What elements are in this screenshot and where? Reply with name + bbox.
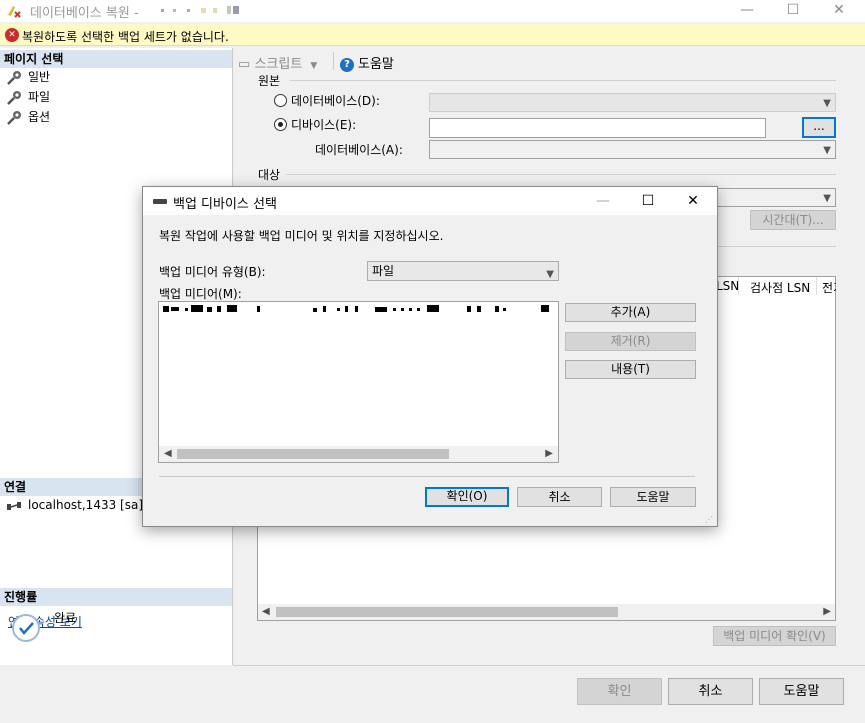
scroll-right-icon[interactable]: ▶ [823, 606, 831, 617]
help-footer-button[interactable]: 도움말 [759, 678, 844, 705]
dialog-ok-button[interactable]: 확인(O) [425, 487, 509, 507]
error-message-bar: ✕ 복원하도록 선택한 백업 세트가 없습니다. [0, 24, 865, 46]
close-button[interactable]: ✕ [816, 0, 862, 22]
ok-button[interactable]: 확인 [577, 678, 662, 705]
dialog-instruction: 복원 작업에 사용할 백업 미디어 및 위치를 지정하십시오. [159, 229, 444, 243]
wrench-icon [7, 90, 21, 105]
check-icon [12, 614, 40, 642]
error-icon: ✕ [5, 28, 19, 42]
chevron-down-icon: ▼ [546, 269, 554, 280]
help-button[interactable]: ? 도움말 [340, 53, 394, 72]
resize-grip-icon[interactable]: ⋰ [705, 515, 713, 524]
dialog-title: 백업 디바이스 선택 [173, 197, 277, 212]
verify-backup-media-button[interactable]: 백업 미디어 확인(V) [713, 626, 836, 646]
media-type-combo[interactable]: 파일 ▼ [367, 261, 559, 281]
dialog-help-button[interactable]: 도움말 [610, 487, 696, 507]
database-radio[interactable] [274, 94, 287, 107]
column-header[interactable]: LSN [716, 279, 739, 293]
horizontal-scrollbar[interactable]: ◀ ▶ [159, 446, 558, 462]
group-divider [290, 80, 836, 81]
script-label: 스크립트 [254, 57, 303, 72]
restore-database-icon [8, 6, 21, 18]
title-bar: 데이터베이스 복원 - — ☐ ✕ [0, 0, 865, 22]
device-radio-label: 디바이스(E): [291, 118, 357, 132]
column-header[interactable]: 전기 [822, 279, 836, 296]
toolbar-divider [333, 52, 334, 70]
backup-media-list[interactable]: ◀ ▶ [158, 301, 559, 463]
column-divider [816, 277, 817, 295]
chevron-down-icon[interactable]: ▼ [310, 61, 317, 71]
dialog-title-bar: 백업 디바이스 선택 — ☐ ✕ [143, 187, 717, 215]
page-item-label: 일반 [28, 70, 51, 84]
remove-button[interactable]: 제거(R) [565, 332, 696, 351]
help-icon: ? [340, 58, 354, 72]
dialog-maximize-button[interactable]: ☐ [628, 189, 668, 213]
scroll-right-icon[interactable]: ▶ [545, 448, 553, 459]
footer-divider [233, 665, 865, 666]
scroll-left-icon[interactable]: ◀ [164, 448, 172, 459]
error-message: 복원하도록 선택한 백업 세트가 없습니다. [22, 30, 229, 44]
scrollbar-thumb[interactable] [276, 607, 618, 617]
page-item-options[interactable]: 옵션 [6, 108, 50, 126]
cancel-button[interactable]: 취소 [668, 678, 753, 705]
page-item-label: 옵션 [28, 110, 51, 124]
connection-name: localhost,1433 [sa] [28, 498, 144, 512]
server-connection-icon [7, 501, 21, 510]
backup-media-label: 백업 미디어(M): [159, 287, 242, 301]
group-divider [716, 246, 836, 247]
media-type-value: 파일 [372, 264, 395, 278]
script-button[interactable]: ▭ 스크립트 ▼ [238, 53, 317, 72]
wrench-icon [7, 110, 21, 125]
dialog-minimize-button[interactable]: — [583, 189, 623, 213]
chevron-down-icon: ▼ [823, 98, 831, 109]
maximize-button[interactable]: ☐ [770, 0, 816, 22]
chevron-down-icon: ▼ [823, 193, 831, 204]
destination-database-combo[interactable]: ▼ [716, 188, 836, 207]
window-title: 데이터베이스 복원 - [30, 6, 139, 21]
page-item-label: 파일 [28, 90, 51, 104]
page-item-files[interactable]: 파일 [6, 88, 50, 106]
device-radio[interactable] [274, 118, 287, 131]
add-button[interactable]: 추가(A) [565, 303, 696, 322]
horizontal-scrollbar[interactable]: ◀ ▶ [258, 604, 835, 620]
database-combo[interactable]: ▼ [429, 140, 836, 159]
dialog-divider [159, 476, 695, 477]
database-label: 데이터베이스(A): [315, 143, 403, 157]
tape-drive-icon [153, 199, 167, 204]
device-path-field[interactable] [429, 118, 766, 138]
column-divider [738, 277, 739, 295]
group-divider [286, 174, 836, 175]
timeline-button[interactable]: 시간대(T)... [750, 210, 836, 230]
dialog-cancel-button[interactable]: 취소 [517, 487, 602, 507]
scroll-left-icon[interactable]: ◀ [262, 606, 270, 617]
source-database-combo[interactable]: ▼ [429, 93, 836, 112]
database-radio-label: 데이터베이스(D): [291, 94, 380, 108]
minimize-button[interactable]: — [724, 0, 770, 22]
browse-button[interactable]: ... [802, 117, 836, 138]
redacted-media-path [163, 305, 549, 312]
progress-header: 진행률 [0, 588, 232, 606]
help-label: 도움말 [358, 57, 394, 72]
media-type-label: 백업 미디어 유형(B): [159, 265, 266, 279]
select-page-header: 페이지 선택 [0, 50, 232, 68]
progress-status: 완료 [54, 611, 77, 625]
contents-button[interactable]: 내용(T) [565, 360, 696, 379]
column-header[interactable]: 검사점 LSN [750, 279, 810, 296]
source-group-label: 원본 [258, 74, 281, 88]
select-backup-device-dialog: 백업 디바이스 선택 — ☐ ✕ 복원 작업에 사용할 백업 미디어 및 위치를… [142, 186, 718, 527]
destination-group-label: 대상 [258, 168, 281, 182]
redacted-title-image [161, 6, 239, 14]
dialog-close-button[interactable]: ✕ [673, 189, 713, 213]
script-icon: ▭ [238, 57, 251, 72]
scrollbar-thumb[interactable] [177, 449, 449, 459]
connection-item: localhost,1433 [sa] [6, 496, 143, 514]
wrench-icon [7, 70, 21, 85]
chevron-down-icon: ▼ [823, 145, 831, 156]
page-item-general[interactable]: 일반 [6, 68, 50, 86]
